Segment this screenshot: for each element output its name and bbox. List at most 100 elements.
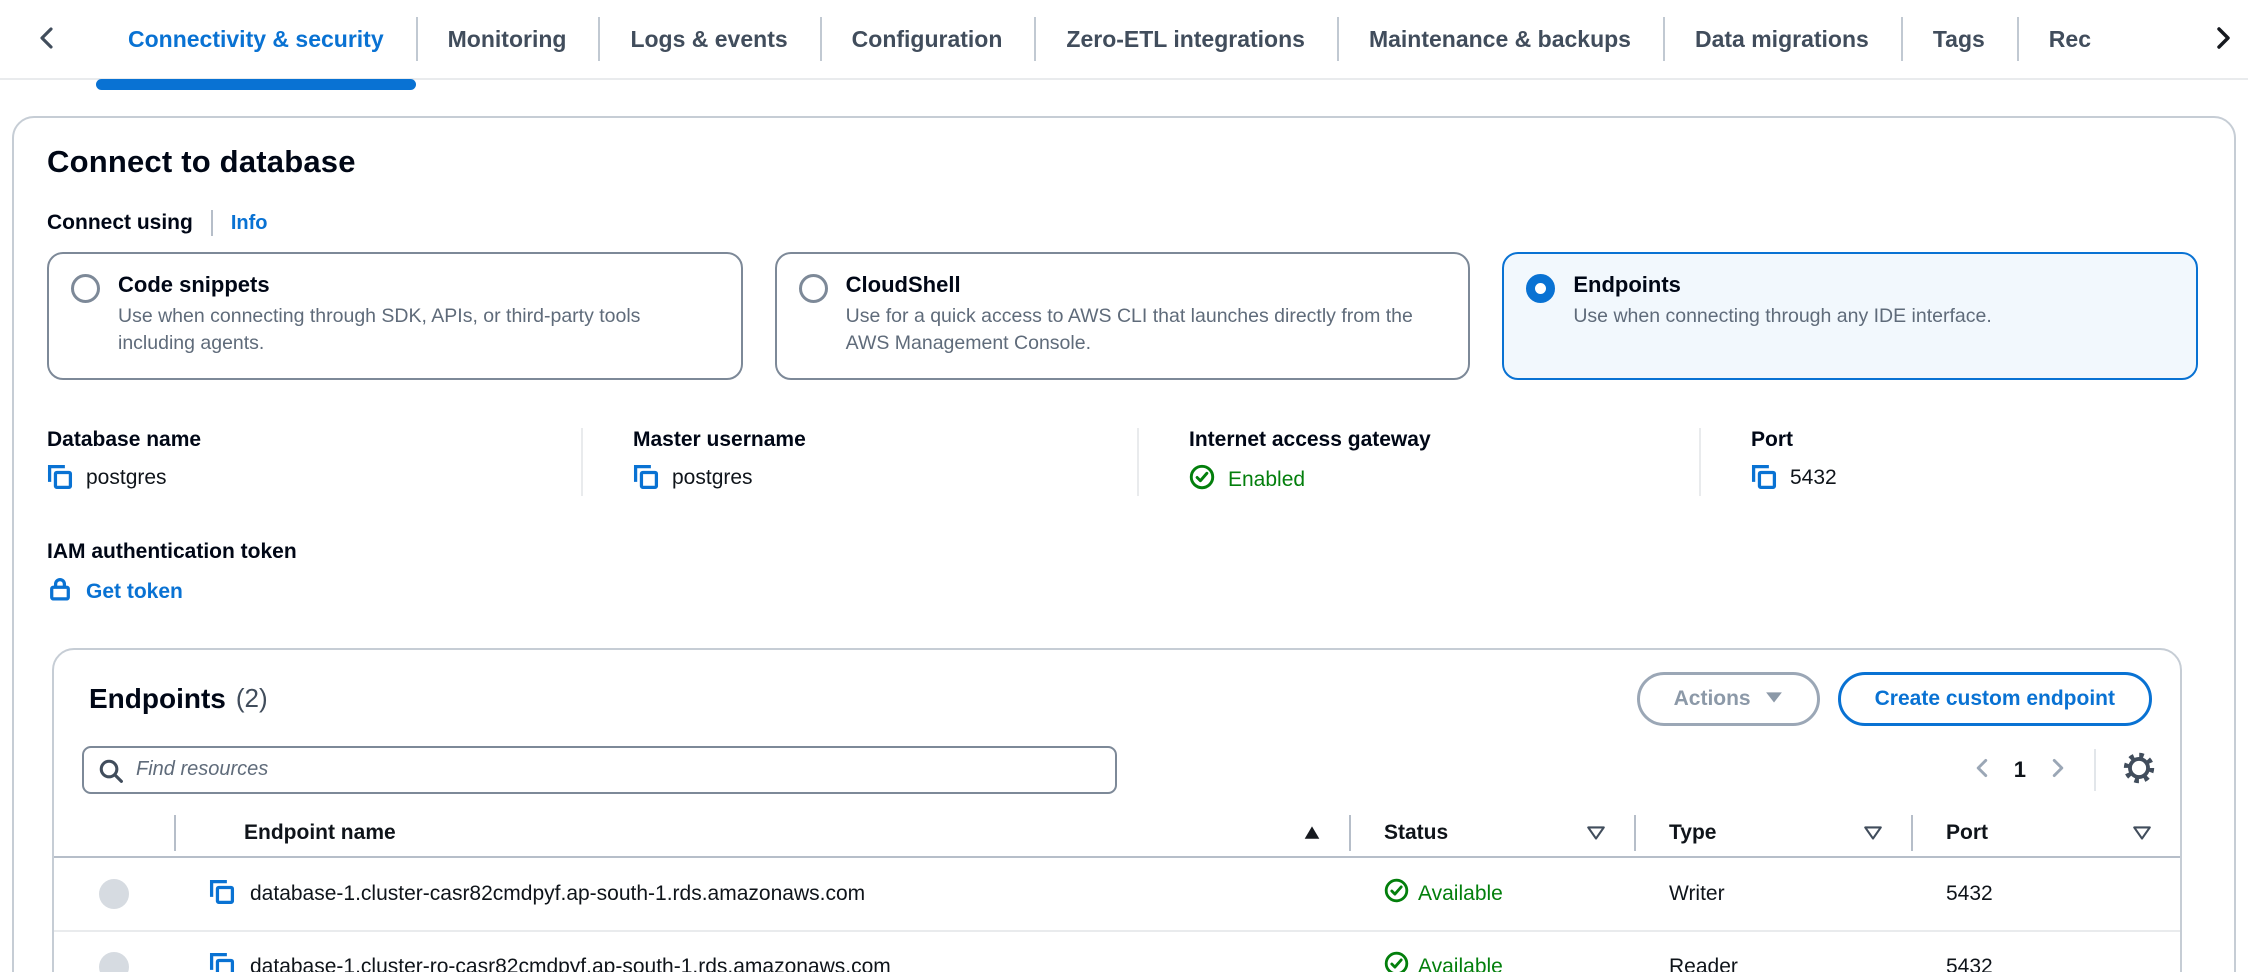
- copy-icon: [47, 464, 73, 493]
- field-value: postgres: [86, 466, 167, 490]
- table-row[interactable]: database-1.cluster-ro-casr82cmdpyf.ap-so…: [54, 930, 2180, 972]
- tab-data-migrations[interactable]: Data migrations: [1663, 0, 1901, 78]
- rds-connectivity-page: Connectivity & security Monitoring Logs …: [0, 0, 2248, 972]
- endpoints-toolbar: 1: [54, 726, 2180, 794]
- option-content: CloudShell Use for a quick access to AWS…: [846, 272, 1445, 358]
- tab-recommendations-clipped[interactable]: Rec: [2017, 0, 2091, 78]
- field-value: Enabled: [1228, 468, 1305, 492]
- copy-database-name-button[interactable]: [47, 464, 73, 493]
- field-value: postgres: [672, 466, 753, 490]
- endpoints-card: Endpoints (2) Actions Create custom endp…: [52, 648, 2182, 972]
- field-label: Database name: [47, 428, 551, 452]
- current-page-number: 1: [2014, 757, 2026, 783]
- tab-label: Configuration: [852, 26, 1003, 53]
- chevron-right-icon: [2210, 23, 2234, 56]
- option-title: Code snippets: [118, 272, 717, 298]
- tab-tags[interactable]: Tags: [1901, 0, 2017, 78]
- column-header-type[interactable]: Type: [1634, 821, 1911, 845]
- option-card-endpoints[interactable]: Endpoints Use when connecting through an…: [1502, 252, 2198, 380]
- tab-logs-events[interactable]: Logs & events: [598, 0, 819, 78]
- field-database-name: Database name postgres: [47, 428, 581, 496]
- table-row[interactable]: database-1.cluster-casr82cmdpyf.ap-south…: [54, 858, 2180, 930]
- field-master-username: Master username postgres: [581, 428, 1137, 496]
- next-page-button[interactable]: [2046, 755, 2068, 784]
- tab-label: Maintenance & backups: [1369, 26, 1631, 53]
- radio-checked-icon[interactable]: [1526, 274, 1555, 303]
- tab-label: Data migrations: [1695, 26, 1869, 53]
- create-custom-endpoint-button[interactable]: Create custom endpoint: [1838, 672, 2152, 726]
- type-text: Reader: [1669, 955, 1738, 972]
- radio-unchecked-icon[interactable]: [71, 274, 100, 303]
- sort-toggle-icon[interactable]: [2132, 825, 2152, 841]
- copy-endpoint-button[interactable]: [209, 952, 235, 972]
- pagination: 1: [1972, 749, 2156, 791]
- sort-ascending-icon[interactable]: [1303, 825, 1321, 840]
- column-header-port[interactable]: Port: [1911, 821, 2180, 845]
- status-text: Available: [1418, 882, 1503, 906]
- copy-master-username-button[interactable]: [633, 464, 659, 493]
- previous-page-button[interactable]: [1972, 755, 1994, 784]
- row-radio-disabled[interactable]: [99, 879, 129, 909]
- column-divider: [174, 815, 176, 851]
- column-label: Type: [1669, 821, 1716, 845]
- option-title: Endpoints: [1573, 272, 1991, 298]
- tab-bar: Connectivity & security Monitoring Logs …: [0, 0, 2248, 80]
- status-badge: Available: [1384, 951, 1503, 972]
- iam-authentication-section: IAM authentication token Get token: [47, 540, 2198, 608]
- check-circle-icon: [1189, 464, 1215, 496]
- field-label: Master username: [633, 428, 1107, 452]
- create-custom-endpoint-label: Create custom endpoint: [1875, 687, 2115, 711]
- find-resources-input[interactable]: [82, 746, 1117, 794]
- actions-button[interactable]: Actions: [1637, 672, 1820, 726]
- option-content: Code snippets Use when connecting throug…: [118, 272, 717, 358]
- tab-monitoring[interactable]: Monitoring: [416, 0, 599, 78]
- sort-toggle-icon[interactable]: [1586, 825, 1606, 841]
- gear-icon: [2122, 751, 2156, 788]
- tab-configuration[interactable]: Configuration: [820, 0, 1035, 78]
- info-link[interactable]: Info: [231, 212, 268, 235]
- status-badge: Available: [1384, 878, 1503, 909]
- get-token-link[interactable]: Get token: [47, 576, 183, 608]
- lock-icon: [47, 576, 73, 608]
- option-description: Use for a quick access to AWS CLI that l…: [846, 303, 1445, 358]
- connection-details: Database name postgres Master username: [47, 428, 2198, 496]
- column-label: Port: [1946, 821, 1988, 845]
- column-divider: [1349, 815, 1351, 851]
- tab-connectivity-security[interactable]: Connectivity & security: [96, 0, 416, 78]
- table-settings-button[interactable]: [2122, 751, 2156, 788]
- column-label: Status: [1384, 821, 1448, 845]
- column-divider: [1911, 815, 1913, 851]
- row-radio-disabled[interactable]: [99, 952, 129, 972]
- chevron-right-icon: [2046, 755, 2068, 784]
- table-header-row: Endpoint name Status Typ: [54, 810, 2180, 858]
- column-header-status[interactable]: Status: [1349, 821, 1634, 845]
- connect-using-row: Connect using Info: [47, 210, 2198, 236]
- option-title: CloudShell: [846, 272, 1445, 298]
- tab-maintenance-backups[interactable]: Maintenance & backups: [1337, 0, 1663, 78]
- search-box: [82, 746, 1117, 794]
- copy-icon: [209, 879, 235, 908]
- divider: [2094, 749, 2096, 791]
- copy-endpoint-button[interactable]: [209, 879, 235, 908]
- endpoints-count: (2): [236, 683, 268, 714]
- radio-unchecked-icon[interactable]: [799, 274, 828, 303]
- option-card-cloudshell[interactable]: CloudShell Use for a quick access to AWS…: [775, 252, 1471, 380]
- status-text: Available: [1418, 955, 1503, 972]
- connect-options: Code snippets Use when connecting throug…: [47, 252, 2198, 380]
- tab-zero-etl-integrations[interactable]: Zero-ETL integrations: [1034, 0, 1337, 78]
- port-text: 5432: [1946, 882, 1993, 906]
- iam-label: IAM authentication token: [47, 540, 2198, 564]
- tabs-scroll-right-button[interactable]: [2210, 23, 2234, 56]
- check-circle-icon: [1384, 951, 1409, 972]
- sort-toggle-icon[interactable]: [1863, 825, 1883, 841]
- option-description: Use when connecting through any IDE inte…: [1573, 303, 1991, 330]
- column-header-endpoint-name[interactable]: Endpoint name: [174, 821, 1349, 845]
- check-circle-icon: [1384, 878, 1409, 909]
- option-card-code-snippets[interactable]: Code snippets Use when connecting throug…: [47, 252, 743, 380]
- copy-port-button[interactable]: [1751, 464, 1777, 493]
- actions-label: Actions: [1674, 687, 1751, 711]
- endpoint-name: database-1.cluster-casr82cmdpyf.ap-south…: [250, 882, 865, 906]
- chevron-left-icon: [1972, 755, 1994, 784]
- tab-label: Logs & events: [630, 26, 787, 53]
- tabs-scroll-left-button[interactable]: [0, 0, 96, 78]
